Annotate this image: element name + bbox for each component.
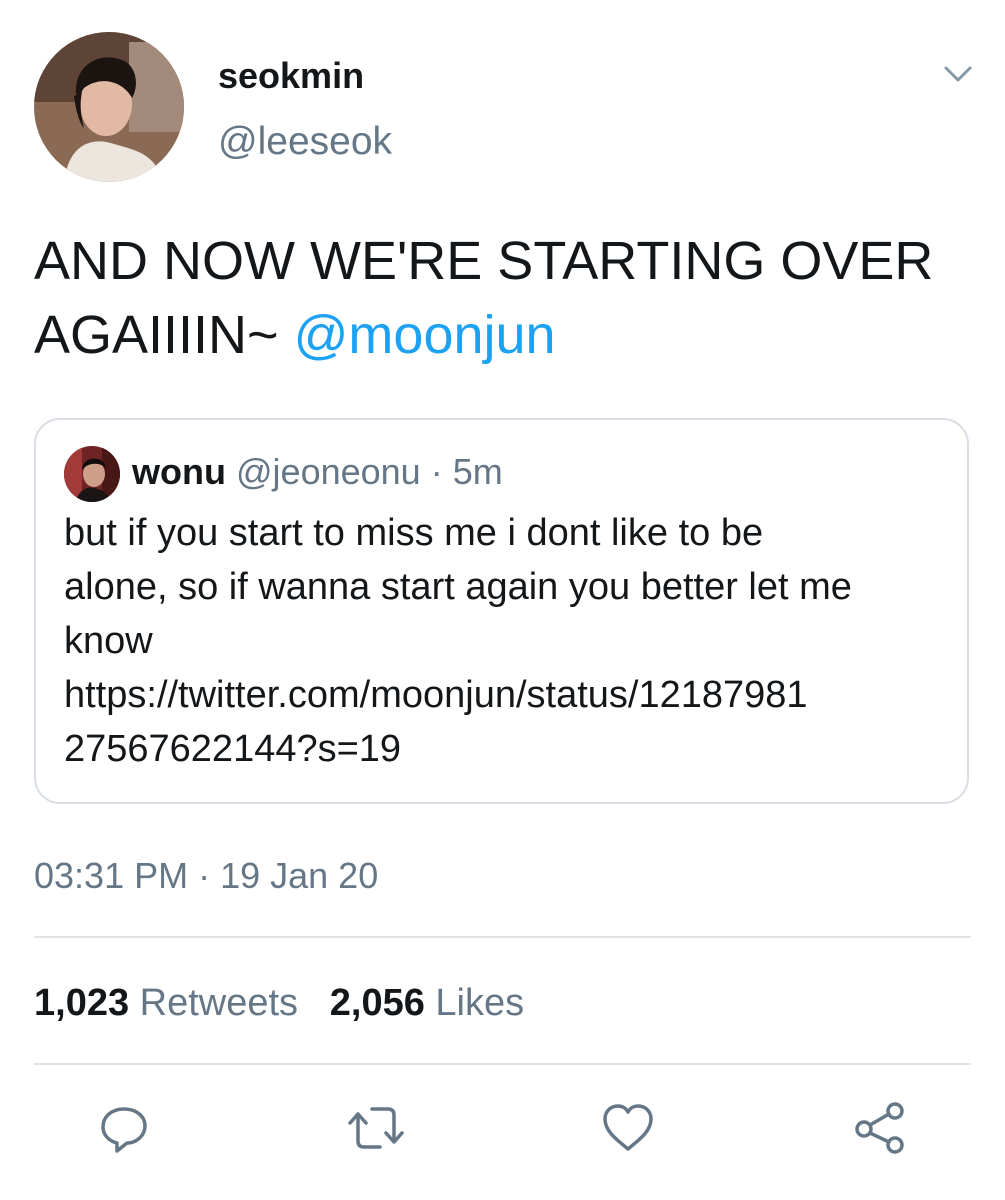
- quoted-text-link: 27567622144?s=19: [64, 728, 402, 770]
- likes-stat[interactable]: 2,056 Likes: [330, 982, 524, 1024]
- retweets-stat[interactable]: 1,023 Retweets: [34, 982, 298, 1024]
- quoted-author-name: wonu: [132, 451, 226, 492]
- quoted-text-link: https://twitter.com/moonjun/status/12187…: [64, 674, 808, 716]
- author-avatar[interactable]: [34, 32, 184, 182]
- likes-count: 2,056: [329, 982, 425, 1024]
- quoted-tweet-card[interactable]: wonu @jeoneonu · 5m but if you start to …: [34, 418, 969, 804]
- share-icon: [855, 1102, 904, 1154]
- chevron-down-icon[interactable]: [940, 58, 976, 88]
- author-display-name[interactable]: seokmin: [218, 54, 364, 98]
- mention-link[interactable]: @moonjun: [294, 305, 556, 365]
- retweet-button[interactable]: [348, 1100, 404, 1156]
- separator-dot: ·: [430, 451, 443, 492]
- like-icon: [603, 1104, 653, 1151]
- quoted-author-avatar: [64, 446, 120, 502]
- share-button[interactable]: [852, 1100, 908, 1156]
- quoted-tweet-text: but if you start to miss me i dont like …: [64, 506, 944, 776]
- retweets-count: 1,023: [34, 982, 130, 1024]
- likes-label: Likes: [435, 982, 525, 1024]
- quoted-tweet-header: wonu @jeoneonu · 5m: [132, 450, 503, 494]
- divider: [34, 936, 971, 938]
- retweets-label: Retweets: [139, 982, 299, 1024]
- quoted-author-handle: @jeoneonu: [236, 451, 421, 492]
- quoted-text-line: but if you start to miss me i dont like …: [64, 512, 764, 554]
- quoted-text-line: alone, so if wanna start again you bette…: [64, 566, 852, 608]
- reply-button[interactable]: [96, 1100, 152, 1156]
- engagement-stats: 1,023 Retweets 2,056 Likes: [34, 980, 524, 1026]
- tweet-text: AND NOW WE'RE STARTING OVER AGAIIIIN~ @m…: [34, 224, 984, 372]
- reply-icon: [101, 1107, 147, 1153]
- author-handle[interactable]: @leeseok: [218, 118, 392, 166]
- quoted-tweet-time: 5m: [452, 451, 503, 492]
- retweet-icon: [348, 1107, 404, 1149]
- divider: [34, 1063, 971, 1065]
- quoted-text-line: know: [64, 620, 153, 662]
- like-button[interactable]: [600, 1100, 656, 1156]
- tweet-timestamp: 03:31 PM · 19 Jan 20: [34, 855, 379, 896]
